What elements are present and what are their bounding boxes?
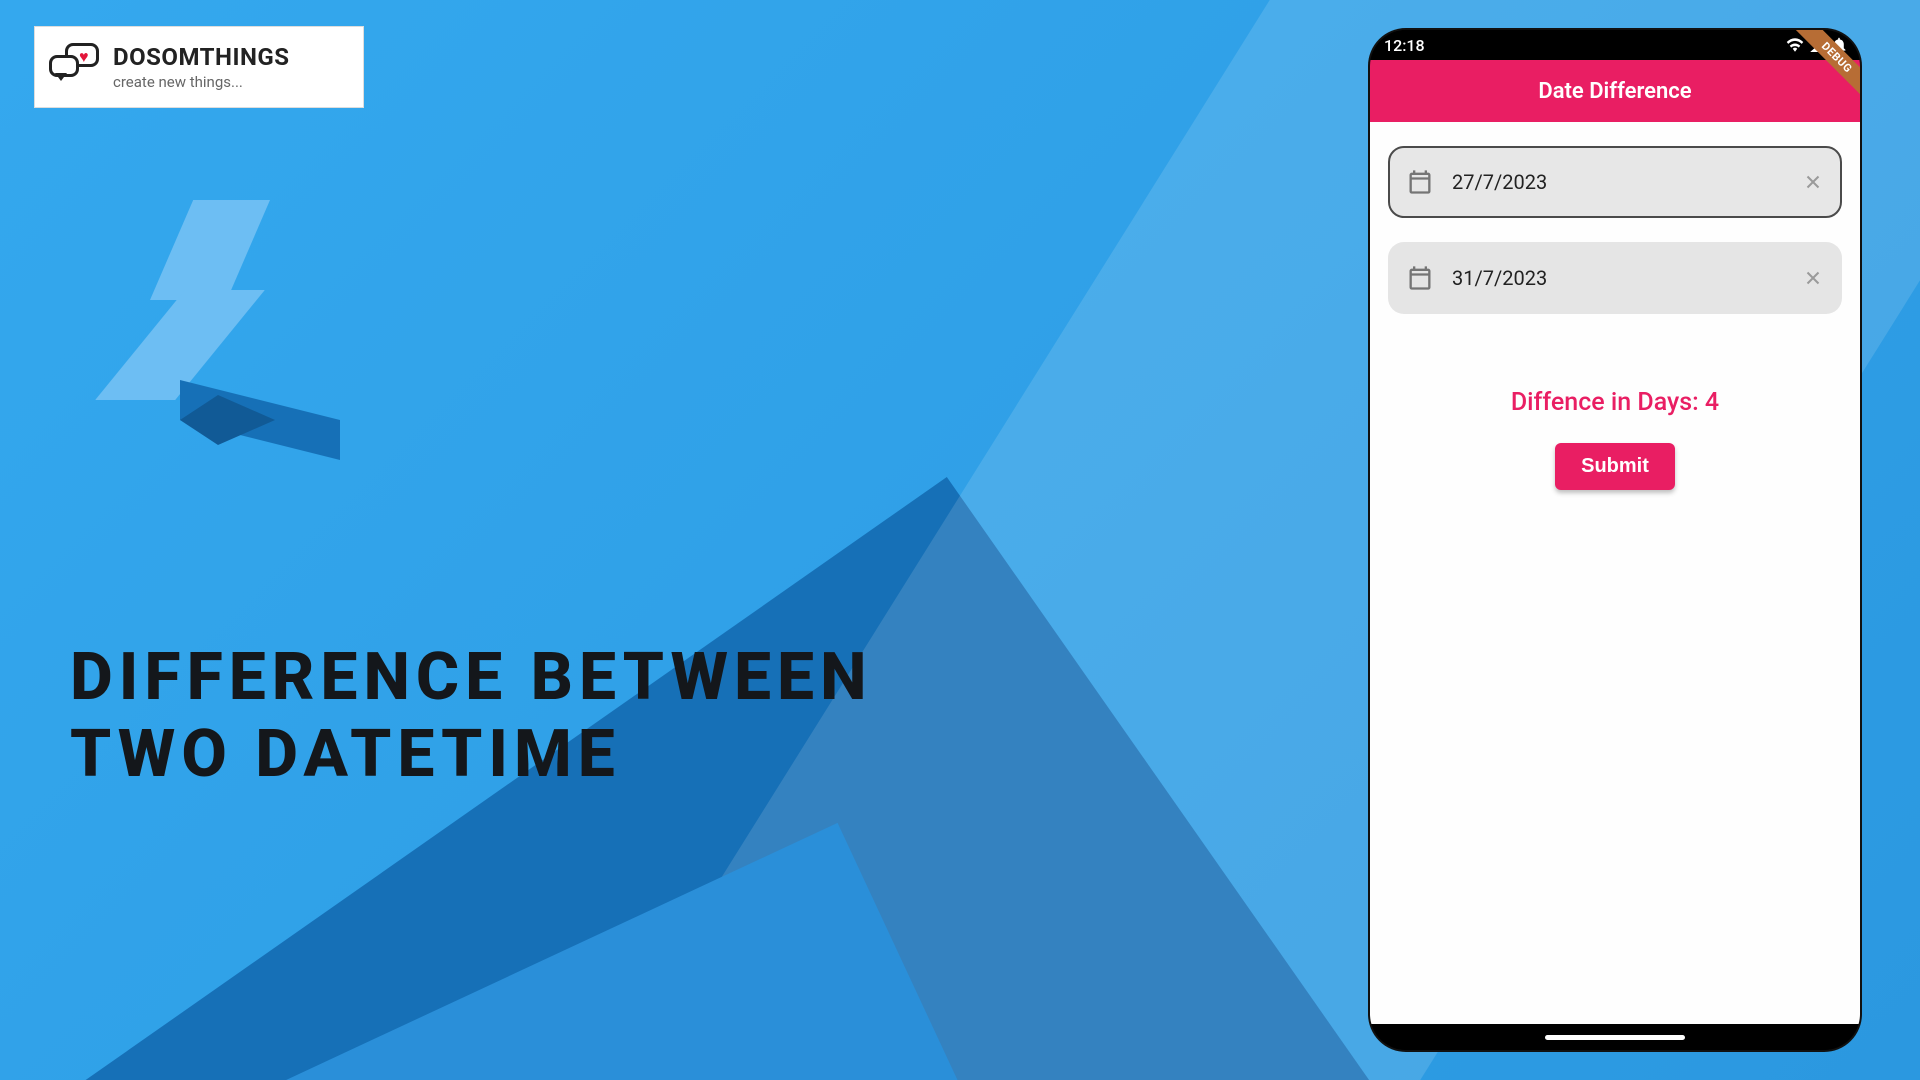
- status-bar: 12:18: [1370, 30, 1860, 60]
- start-date-field[interactable]: 27/7/2023: [1388, 146, 1842, 218]
- clear-end-date-icon[interactable]: [1802, 267, 1824, 289]
- flutter-logo: [100, 200, 300, 460]
- brand-title: DOSOMTHINGS: [113, 43, 290, 71]
- nav-pill[interactable]: [1545, 1035, 1685, 1040]
- difference-result: Diffence in Days: 4: [1511, 388, 1719, 417]
- android-nav-bar: [1370, 1024, 1860, 1050]
- brand-icon: ♥: [49, 43, 103, 91]
- calendar-icon: [1406, 264, 1434, 292]
- clear-start-date-icon[interactable]: [1802, 171, 1824, 193]
- status-time: 12:18: [1384, 36, 1425, 55]
- page-headline: DIFFERENCE BETWEEN TWO DATETIME: [70, 640, 873, 793]
- end-date-value: 31/7/2023: [1452, 266, 1802, 290]
- brand-subtitle: create new things...: [113, 73, 290, 91]
- app-title: Date Difference: [1538, 79, 1691, 104]
- headline-line-1: DIFFERENCE BETWEEN: [70, 640, 873, 717]
- phone-mockup: DEBUG 12:18 Date Difference 27/7/2023 31…: [1370, 30, 1860, 1050]
- brand-logo-card: ♥ DOSOMTHINGS create new things...: [34, 26, 364, 108]
- start-date-value: 27/7/2023: [1452, 170, 1802, 194]
- app-body: 27/7/2023 31/7/2023 Diffence in Days: 4 …: [1370, 122, 1860, 1024]
- heart-icon: ♥: [79, 47, 89, 67]
- headline-line-2: TWO DATETIME: [70, 717, 873, 794]
- submit-button[interactable]: Submit: [1555, 443, 1675, 490]
- calendar-icon: [1406, 168, 1434, 196]
- app-bar: Date Difference: [1370, 60, 1860, 122]
- end-date-field[interactable]: 31/7/2023: [1388, 242, 1842, 314]
- wifi-icon: [1786, 38, 1804, 52]
